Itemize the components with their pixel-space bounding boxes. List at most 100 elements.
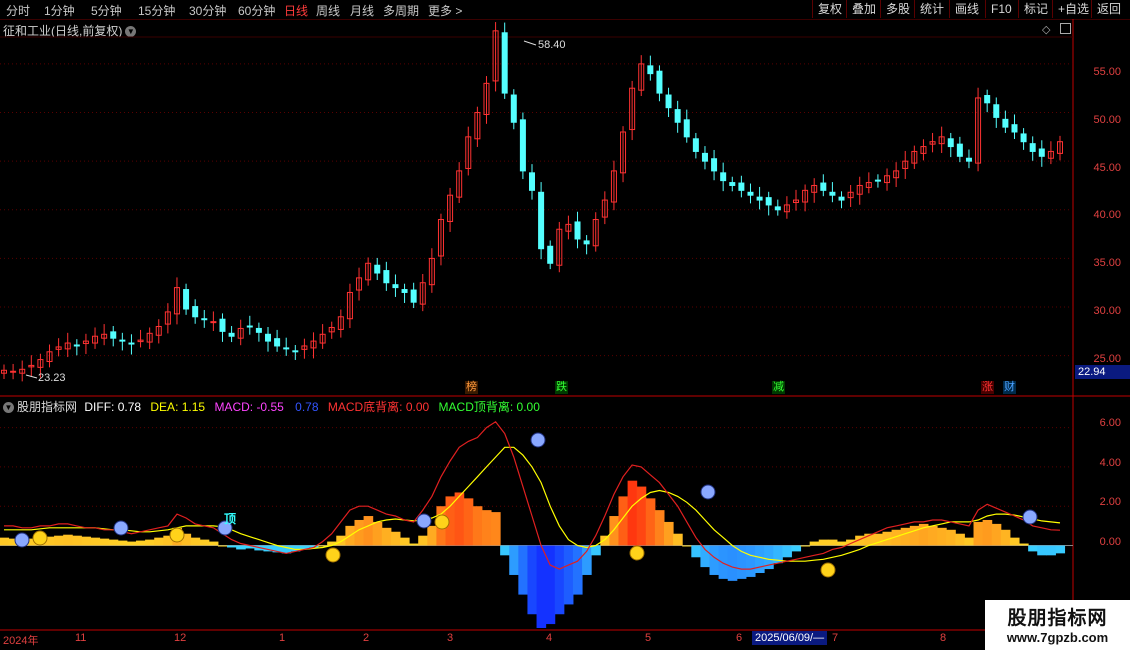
cross-label: 顶 [224,512,237,526]
candle-body [583,240,590,245]
macd-value: MACD: -0.55 [214,400,284,414]
smiley-icon [629,545,645,561]
macd-histogram-bar [190,537,201,546]
macd-histogram-bar [81,536,91,546]
candle-body [547,245,554,264]
smiley-icon [820,562,836,578]
indicator-tick: 6.00 [1099,417,1121,429]
macd-histogram-bar [745,545,756,577]
frown-icon [14,532,30,548]
macd-histogram-bar [117,540,128,546]
candle-body [829,191,836,196]
chart-canvas[interactable] [0,0,1130,650]
candle-body [401,289,408,293]
candle-body [965,157,972,162]
indicator-tick: 4.00 [1099,457,1121,469]
candle-body [374,264,381,274]
candle-body [874,179,881,182]
candle-body [274,338,281,347]
macd-histogram-bar [90,537,101,546]
candle-body [774,206,781,211]
macd-histogram-bar [527,545,538,615]
candle-body [510,94,517,123]
macd-histogram-bar [199,539,210,546]
macd-histogram-bar [208,541,219,546]
macd-histogram-bar [654,510,665,546]
candle-body [701,152,708,162]
candle-body [1011,124,1018,133]
macd-histogram-bar [1000,529,1011,546]
macd-histogram-bar [973,521,984,546]
candle-body [1002,118,1009,128]
candle-body [665,94,672,109]
macd-histogram-bar [500,545,510,556]
macd-histogram-bar [1037,545,1047,556]
frown-icon [113,520,129,536]
macd-histogram-bar [400,537,410,546]
macd-histogram-bar [1009,537,1020,546]
candle-body [73,344,80,347]
macd-histogram-bar [481,510,492,546]
macd-histogram-bar [982,519,993,546]
macd-histogram-bar [818,539,829,546]
indicator-tick: 0.00 [1099,536,1121,548]
date-label: 11 [75,632,87,644]
macd-histogram-bar [682,545,692,547]
candle-body [392,284,399,289]
extra-value: 0.78 [295,400,319,414]
event-tag-bang[interactable]: 榜 [465,381,478,394]
macd-histogram-bar [536,545,547,628]
macd-histogram-bar [336,535,346,546]
low-price-label: 23.23 [38,372,66,384]
candle-body [738,182,745,191]
event-tag-cai[interactable]: 财 [1003,381,1016,394]
macd-histogram-bar [955,533,965,546]
macd-histogram-bar [791,545,802,552]
event-tag-die[interactable]: 跌 [555,381,568,394]
price-tick: 45.00 [1093,162,1121,174]
macd-histogram-bar [928,525,938,546]
macd-histogram-bar [609,516,619,546]
macd-histogram-bar [800,545,811,547]
event-tag-zhang[interactable]: 涨 [981,381,994,394]
candle-body [255,327,262,333]
candle-body [219,318,226,332]
price-tick: 25.00 [1093,353,1121,365]
macd-histogram-bar [618,496,629,546]
macd-histogram-bar [1046,545,1056,556]
candle-body [410,289,417,303]
event-tag-jian[interactable]: 减 [772,381,785,394]
macd-histogram-bar [836,541,847,546]
macd-histogram-bar [217,545,228,547]
macd-histogram-bar [909,525,920,546]
macd-histogram-bar [600,535,610,546]
candle-body [128,342,135,345]
candle-body [683,119,690,138]
frown-icon [416,513,432,529]
price-tick: 35.00 [1093,257,1121,269]
candle-body [383,270,390,284]
date-label: 1 [279,632,286,644]
macd-histogram-bar [827,539,838,546]
date-label: 2024年 [3,635,39,647]
candle-body [729,182,736,186]
price-tick: 50.00 [1093,114,1121,126]
dea-value: DEA: 1.15 [150,400,206,414]
candle-body [183,289,190,310]
chevron-down-icon[interactable]: ▼ [3,402,14,414]
candle-body [674,109,681,123]
macd-histogram-bar [736,545,747,579]
macd-histogram-bar [691,545,701,558]
price-tick: 40.00 [1093,209,1121,221]
macd-histogram-bar [509,545,519,575]
macd-histogram-bar [1055,545,1066,554]
date-label: 7 [832,632,839,644]
macd-histogram-bar [154,537,164,546]
indicator-tick: 2.00 [1099,496,1121,508]
top-divergence-value: MACD顶背离: 0.00 [438,400,540,414]
watermark: 股朋指标网 www.7gpzb.com [985,600,1130,650]
candle-body [528,172,536,191]
indicator-name[interactable]: 股朋指标网 [17,400,77,414]
candle-body [984,95,991,104]
candle-body [711,158,718,172]
